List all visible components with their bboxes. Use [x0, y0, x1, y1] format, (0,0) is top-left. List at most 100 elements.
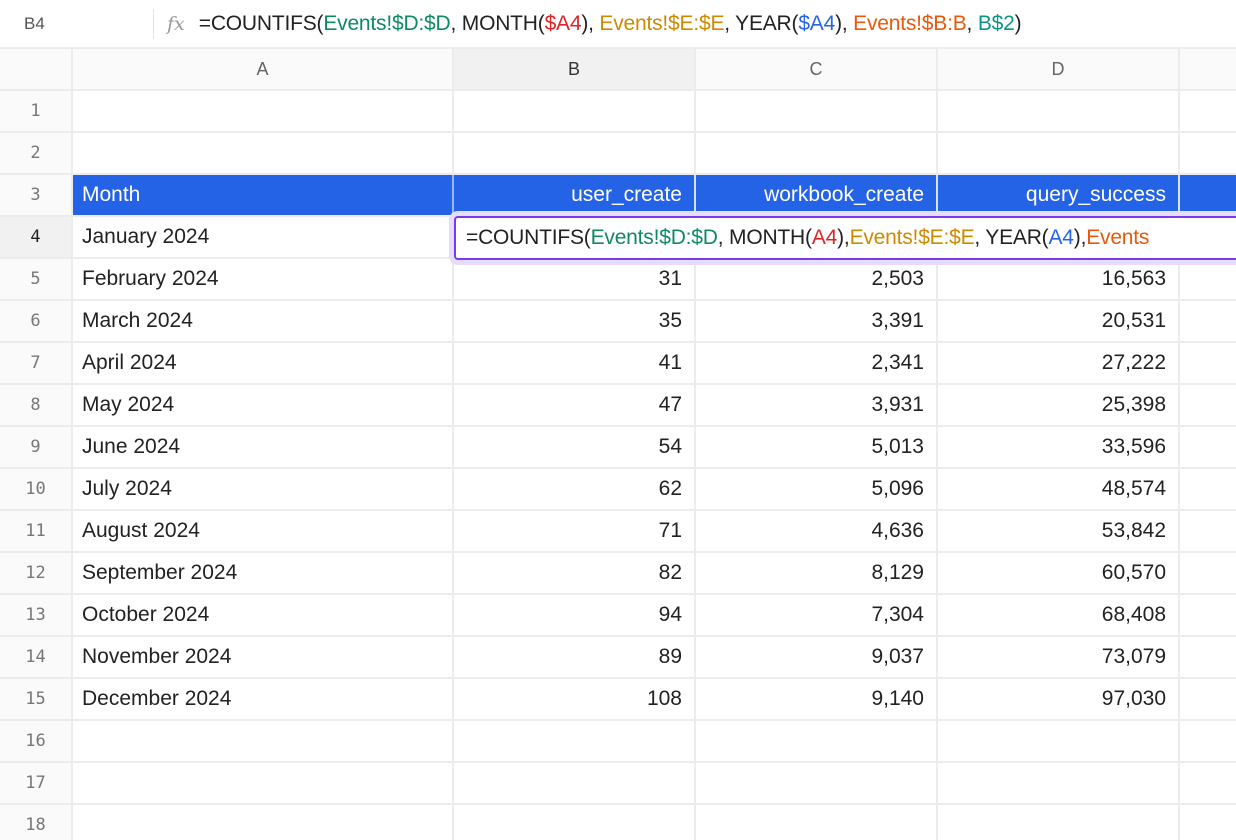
- row-number[interactable]: 13: [0, 595, 73, 635]
- cell[interactable]: 35: [454, 301, 696, 341]
- cell[interactable]: [454, 805, 696, 840]
- cell[interactable]: 9,037: [696, 637, 938, 677]
- cell[interactable]: 7,304: [696, 595, 938, 635]
- column-header-d[interactable]: D: [938, 49, 1180, 89]
- cell[interactable]: October 2024: [73, 595, 454, 635]
- cell[interactable]: 48,574: [938, 469, 1180, 509]
- header-cell[interactable]: workbook_create: [696, 175, 938, 215]
- cell[interactable]: 2,341: [696, 343, 938, 383]
- cell[interactable]: [938, 721, 1180, 761]
- cell[interactable]: [454, 721, 696, 761]
- row-number[interactable]: 15: [0, 679, 73, 719]
- row-number[interactable]: 5: [0, 259, 73, 299]
- cell[interactable]: May 2024: [73, 385, 454, 425]
- cell[interactable]: November 2024: [73, 637, 454, 677]
- row-number[interactable]: 6: [0, 301, 73, 341]
- cell[interactable]: 47: [454, 385, 696, 425]
- cell[interactable]: 8,129: [696, 553, 938, 593]
- cell[interactable]: [1180, 427, 1236, 467]
- cell[interactable]: 71: [454, 511, 696, 551]
- select-all-corner[interactable]: [0, 49, 73, 89]
- cell[interactable]: [1180, 637, 1236, 677]
- cell[interactable]: April 2024: [73, 343, 454, 383]
- cell[interactable]: [1180, 511, 1236, 551]
- formula-input[interactable]: =COUNTIFS(Events!$D:$D, MONTH($A4), Even…: [199, 12, 1022, 36]
- row-number[interactable]: 2: [0, 133, 73, 173]
- cell[interactable]: 68,408: [938, 595, 1180, 635]
- cell[interactable]: [1180, 679, 1236, 719]
- row-number[interactable]: 12: [0, 553, 73, 593]
- cell[interactable]: [1180, 763, 1236, 803]
- row-number[interactable]: 17: [0, 763, 73, 803]
- cell[interactable]: [938, 133, 1180, 173]
- cell[interactable]: 94: [454, 595, 696, 635]
- cell[interactable]: 33,596: [938, 427, 1180, 467]
- row-number[interactable]: 9: [0, 427, 73, 467]
- row-number[interactable]: 10: [0, 469, 73, 509]
- cell[interactable]: 2,503: [696, 259, 938, 299]
- cell[interactable]: 5,013: [696, 427, 938, 467]
- cell[interactable]: 108: [454, 679, 696, 719]
- column-header-b[interactable]: B: [454, 49, 696, 89]
- cell[interactable]: 60,570: [938, 553, 1180, 593]
- cell[interactable]: [696, 763, 938, 803]
- cell[interactable]: 82: [454, 553, 696, 593]
- row-number[interactable]: 11: [0, 511, 73, 551]
- cell[interactable]: [1180, 553, 1236, 593]
- cell[interactable]: [1180, 91, 1236, 131]
- row-number[interactable]: 14: [0, 637, 73, 677]
- cell[interactable]: September 2024: [73, 553, 454, 593]
- row-number[interactable]: 3: [0, 175, 73, 215]
- cell[interactable]: 9,140: [696, 679, 938, 719]
- cell-editor-input[interactable]: =COUNTIFS(Events!$D:$D, MONTH(A4), Event…: [454, 216, 1236, 260]
- row-number[interactable]: 7: [0, 343, 73, 383]
- cell[interactable]: [1180, 259, 1236, 299]
- cell[interactable]: [1180, 301, 1236, 341]
- cell[interactable]: June 2024: [73, 427, 454, 467]
- row-number[interactable]: 18: [0, 805, 73, 840]
- cell[interactable]: 62: [454, 469, 696, 509]
- cell[interactable]: [73, 763, 454, 803]
- column-header-c[interactable]: C: [696, 49, 938, 89]
- cell[interactable]: [1180, 805, 1236, 840]
- cell[interactable]: 27,222: [938, 343, 1180, 383]
- cell[interactable]: [73, 805, 454, 840]
- cell[interactable]: 89: [454, 637, 696, 677]
- cell[interactable]: [454, 763, 696, 803]
- cell[interactable]: [938, 805, 1180, 840]
- cell[interactable]: [938, 763, 1180, 803]
- cell[interactable]: [1180, 343, 1236, 383]
- cell[interactable]: February 2024: [73, 259, 454, 299]
- cell[interactable]: [1180, 469, 1236, 509]
- cell[interactable]: 31: [454, 259, 696, 299]
- cell[interactable]: [73, 133, 454, 173]
- cell[interactable]: 4,636: [696, 511, 938, 551]
- cell[interactable]: [1180, 595, 1236, 635]
- cell[interactable]: [1180, 385, 1236, 425]
- cell[interactable]: [696, 721, 938, 761]
- cell[interactable]: 5,096: [696, 469, 938, 509]
- header-cell[interactable]: [1180, 175, 1236, 215]
- cell[interactable]: 20,531: [938, 301, 1180, 341]
- column-header-e[interactable]: [1180, 49, 1236, 89]
- header-cell[interactable]: Month: [73, 175, 454, 215]
- cell[interactable]: January 2024: [73, 217, 454, 257]
- column-header-a[interactable]: A: [73, 49, 454, 89]
- cell[interactable]: 54: [454, 427, 696, 467]
- cell[interactable]: 97,030: [938, 679, 1180, 719]
- cell-reference-box[interactable]: B4: [0, 0, 153, 48]
- cell[interactable]: 73,079: [938, 637, 1180, 677]
- cell[interactable]: March 2024: [73, 301, 454, 341]
- cell[interactable]: [73, 91, 454, 131]
- cell[interactable]: [454, 91, 696, 131]
- row-number[interactable]: 1: [0, 91, 73, 131]
- cell[interactable]: 53,842: [938, 511, 1180, 551]
- header-cell[interactable]: query_success: [938, 175, 1180, 215]
- cell[interactable]: [73, 721, 454, 761]
- row-number[interactable]: 16: [0, 721, 73, 761]
- cell[interactable]: July 2024: [73, 469, 454, 509]
- cell[interactable]: [696, 805, 938, 840]
- cell[interactable]: 25,398: [938, 385, 1180, 425]
- cell[interactable]: [1180, 133, 1236, 173]
- cell[interactable]: 3,391: [696, 301, 938, 341]
